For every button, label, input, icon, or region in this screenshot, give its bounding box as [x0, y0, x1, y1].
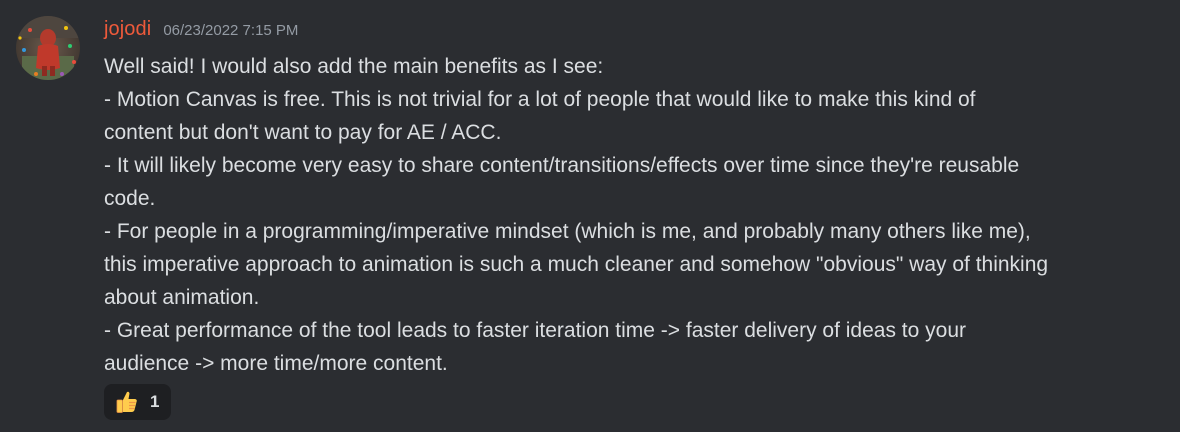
author-name[interactable]: jojodi — [104, 18, 151, 41]
message-line: - It will likely become very easy to sha… — [104, 154, 1020, 177]
message-line: audience -> more time/more content. — [104, 352, 448, 375]
message-timestamp[interactable]: 06/23/2022 7:15 PM — [163, 22, 298, 39]
message-header: jojodi 06/23/2022 7:15 PM — [104, 18, 1150, 50]
message-line: - Great performance of the tool leads to… — [104, 319, 966, 342]
chat-message: jojodi 06/23/2022 7:15 PM Well said! I w… — [0, 0, 1180, 432]
message-line: - Motion Canvas is free. This is not tri… — [104, 88, 976, 111]
message-body: Well said! I would also add the main ben… — [104, 50, 1150, 380]
message-line: code. — [104, 187, 156, 210]
message-content: jojodi 06/23/2022 7:15 PM Well said! I w… — [104, 18, 1150, 380]
avatar-image — [16, 16, 80, 80]
reaction-thumbs-up[interactable]: 1 — [104, 384, 172, 420]
message-line: content but don't want to pay for AE / A… — [104, 121, 502, 144]
avatar[interactable] — [16, 16, 80, 80]
message-line: this imperative approach to animation is… — [104, 253, 1049, 276]
reaction-count: 1 — [150, 392, 160, 411]
message-line: about animation. — [104, 286, 260, 309]
reactions-bar: 1 — [104, 384, 172, 420]
thumbs-up-icon — [116, 391, 137, 413]
message-line: - For people in a programming/imperative… — [104, 220, 1031, 243]
message-line: Well said! I would also add the main ben… — [104, 55, 604, 78]
